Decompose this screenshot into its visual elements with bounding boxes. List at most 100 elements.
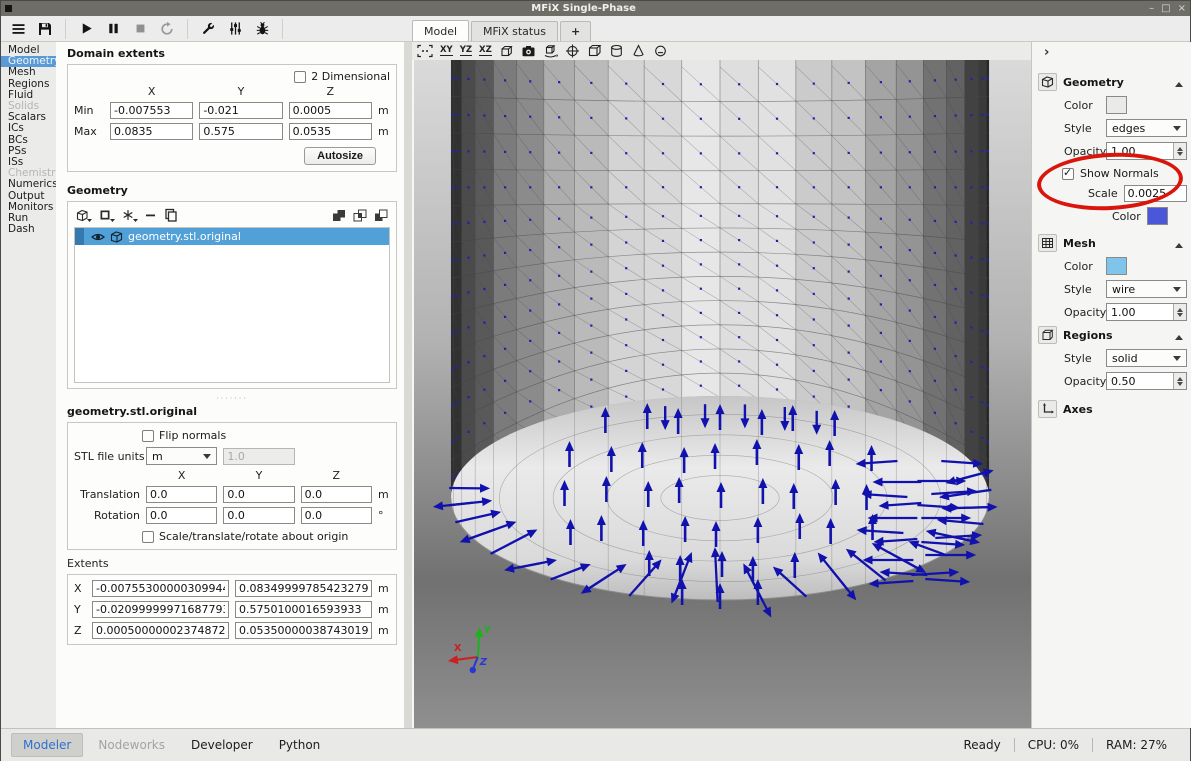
extents-zmax-field[interactable] bbox=[235, 622, 372, 639]
mesh-color-swatch[interactable] bbox=[1106, 257, 1127, 275]
minimize-button[interactable]: – bbox=[1149, 3, 1154, 14]
extents-xmin-field[interactable] bbox=[92, 580, 229, 597]
geometry-group: geometry.stl.original bbox=[67, 201, 397, 389]
view-xy-icon[interactable]: XY bbox=[440, 43, 453, 59]
visibility-eye-icon[interactable] bbox=[91, 231, 105, 243]
axes-props-icon bbox=[1038, 400, 1057, 418]
xmin-field[interactable] bbox=[110, 102, 193, 119]
sidebar-item-dash[interactable]: Dash bbox=[1, 224, 56, 235]
stl-units-scale-field bbox=[223, 448, 294, 465]
ymin-field[interactable] bbox=[199, 102, 282, 119]
normals-visibility-icon[interactable] bbox=[653, 43, 668, 59]
run-icon[interactable] bbox=[74, 18, 98, 40]
add-filter-icon[interactable] bbox=[122, 209, 138, 222]
zmin-field[interactable] bbox=[289, 102, 372, 119]
show-normals-checkbox[interactable] bbox=[1062, 168, 1074, 180]
maximize-button[interactable]: □ bbox=[1161, 3, 1170, 14]
about-origin-checkbox[interactable] bbox=[142, 531, 154, 543]
view-yz-icon[interactable]: YZ bbox=[460, 43, 472, 59]
view-xz-icon[interactable]: XZ bbox=[479, 43, 492, 59]
rotate-view-icon[interactable] bbox=[543, 43, 558, 59]
mesh-opacity-spinner[interactable]: 1.00 bbox=[1106, 303, 1187, 321]
panel-splitter-handle[interactable]: ······· bbox=[67, 396, 397, 402]
sidebar-item-mesh[interactable]: Mesh bbox=[1, 67, 56, 78]
remove-geometry-icon[interactable] bbox=[145, 209, 157, 222]
reset-icon[interactable] bbox=[155, 18, 179, 40]
add-geometry-icon[interactable] bbox=[76, 209, 92, 222]
stl-units-dropdown[interactable]: m bbox=[146, 447, 217, 465]
camera-screenshot-icon[interactable] bbox=[521, 43, 536, 59]
sidebar-item-numerics[interactable]: Numerics bbox=[1, 179, 56, 190]
translation-z-field[interactable] bbox=[301, 486, 372, 503]
sidebar-item-ics[interactable]: ICs bbox=[1, 123, 56, 134]
autosize-button[interactable]: Autosize bbox=[304, 147, 376, 165]
panel-splitter[interactable] bbox=[404, 42, 412, 728]
collapse-section-icon[interactable] bbox=[1175, 239, 1183, 248]
chevron-down-icon bbox=[203, 454, 211, 463]
geometry-style-dropdown[interactable]: edges bbox=[1106, 119, 1187, 137]
mesh-visibility-icon[interactable] bbox=[609, 43, 624, 59]
translation-y-field[interactable] bbox=[223, 486, 294, 503]
stop-icon[interactable] bbox=[128, 18, 152, 40]
extents-ymin-field[interactable] bbox=[92, 601, 229, 618]
pause-icon[interactable] bbox=[101, 18, 125, 40]
geometry-color-swatch[interactable] bbox=[1106, 96, 1127, 114]
translation-x-field[interactable] bbox=[146, 486, 217, 503]
xmax-field[interactable] bbox=[110, 123, 193, 140]
extents-ymax-field[interactable] bbox=[235, 601, 372, 618]
normals-color-swatch[interactable] bbox=[1147, 207, 1168, 225]
regions-opacity-spinner[interactable]: 0.50 bbox=[1106, 372, 1187, 390]
regions-style-dropdown[interactable]: solid bbox=[1106, 349, 1187, 367]
collapse-panel-icon[interactable]: › bbox=[1038, 45, 1187, 68]
mesh-props-header[interactable]: Mesh bbox=[1038, 234, 1187, 252]
scene-svg[interactable]: XYZ bbox=[414, 60, 1031, 728]
mode-developer[interactable]: Developer bbox=[180, 734, 264, 756]
mesh-style-dropdown[interactable]: wire bbox=[1106, 280, 1187, 298]
perspective-icon[interactable] bbox=[499, 43, 514, 59]
domain-extents-title: Domain extents bbox=[67, 47, 397, 60]
boolean-intersect-icon[interactable] bbox=[353, 209, 367, 222]
viewport-3d[interactable]: XYZ bbox=[412, 60, 1031, 728]
tab-model[interactable]: Model bbox=[412, 20, 469, 41]
origin-axes-icon[interactable] bbox=[565, 43, 580, 59]
axes-props-header[interactable]: Axes bbox=[1038, 400, 1187, 418]
menu-icon[interactable] bbox=[6, 18, 30, 40]
main-toolbar bbox=[1, 16, 412, 41]
collapse-section-icon[interactable] bbox=[1175, 78, 1183, 87]
settings-wrench-icon[interactable] bbox=[196, 18, 220, 40]
copy-geometry-icon[interactable] bbox=[164, 208, 178, 222]
zmax-field[interactable] bbox=[289, 123, 372, 140]
extents-xmax-field[interactable] bbox=[235, 580, 372, 597]
mode-modeler[interactable]: Modeler bbox=[11, 733, 83, 757]
collapse-section-icon[interactable] bbox=[1175, 331, 1183, 340]
parameters-sliders-icon[interactable] bbox=[223, 18, 247, 40]
two-dimensional-checkbox[interactable] bbox=[294, 71, 306, 83]
tab-mfix-status[interactable]: MFiX status bbox=[471, 21, 558, 41]
ymax-field[interactable] bbox=[199, 123, 282, 140]
rotation-x-field[interactable] bbox=[146, 507, 217, 524]
boolean-union-icon[interactable] bbox=[332, 209, 346, 222]
geometry-visibility-icon[interactable] bbox=[587, 43, 602, 59]
geometry-props-header[interactable]: Geometry bbox=[1038, 73, 1187, 91]
boolean-difference-icon[interactable] bbox=[374, 209, 388, 222]
regions-props-header[interactable]: Regions bbox=[1038, 326, 1187, 344]
reset-view-icon[interactable] bbox=[417, 43, 433, 59]
debug-bug-icon[interactable] bbox=[250, 18, 274, 40]
flip-normals-checkbox[interactable] bbox=[142, 430, 154, 442]
regions-visibility-icon[interactable] bbox=[631, 43, 646, 59]
stl-units-label: STL file units bbox=[74, 450, 140, 463]
geometry-opacity-spinner[interactable]: 1.00 bbox=[1106, 142, 1187, 160]
extents-y-label: Y bbox=[74, 603, 86, 616]
geometry-panel: Domain extents 2 Dimensional X Y Z Min m… bbox=[56, 42, 404, 728]
min-unit: m bbox=[378, 104, 390, 117]
mode-python[interactable]: Python bbox=[268, 734, 332, 756]
rotation-z-field[interactable] bbox=[301, 507, 372, 524]
close-button[interactable]: × bbox=[1178, 3, 1186, 14]
tab-new[interactable]: + bbox=[560, 21, 591, 41]
geometry-list-item[interactable]: geometry.stl.original bbox=[75, 228, 389, 245]
rotation-y-field[interactable] bbox=[223, 507, 294, 524]
extents-zmin-field[interactable] bbox=[92, 622, 229, 639]
normals-scale-field[interactable] bbox=[1124, 185, 1187, 202]
save-icon[interactable] bbox=[33, 18, 57, 40]
add-primitive-icon[interactable] bbox=[99, 209, 115, 222]
